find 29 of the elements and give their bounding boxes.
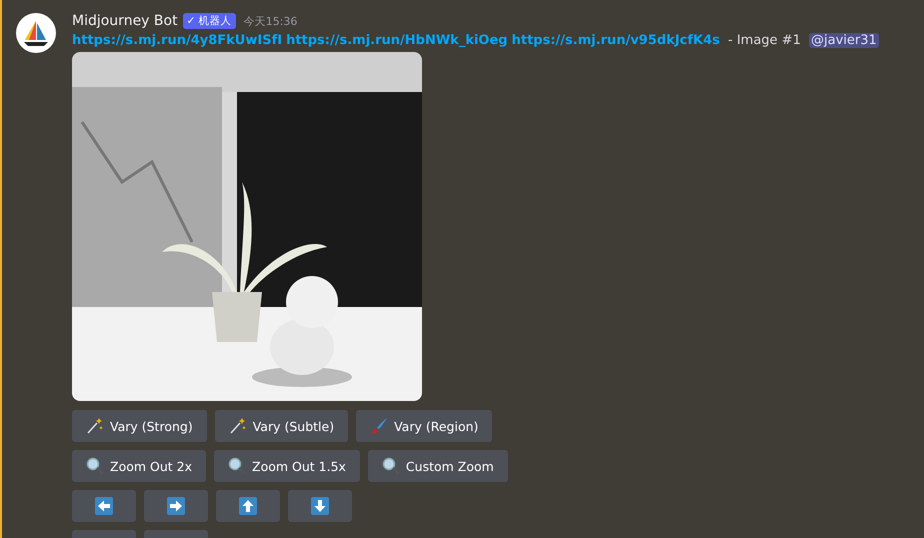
action-button[interactable]: Zoom Out 2x — [72, 450, 206, 482]
arrow-right-icon — [167, 497, 185, 515]
link[interactable]: https://s.mj.run/4y8FkUwISfI — [72, 33, 282, 48]
arrow-up-icon — [239, 497, 257, 515]
magnifier-icon — [228, 457, 246, 475]
action-button[interactable]: Vary (Region) — [356, 410, 492, 442]
user-mention[interactable]: @javier31 — [809, 33, 879, 48]
magnifier-icon — [86, 457, 104, 475]
link[interactable]: https://s.mj.run/v95dkJcfK4s — [512, 33, 720, 48]
action-button[interactable]: Custom Zoom — [368, 450, 508, 482]
arrow-button[interactable] — [144, 490, 208, 522]
paintbrush-icon — [370, 417, 388, 435]
message-text: - Image #1 — [727, 33, 802, 48]
action-button[interactable]: Vary (Strong) — [72, 410, 207, 442]
arrow-button[interactable] — [216, 490, 280, 522]
arrow-down-icon — [311, 497, 329, 515]
magnifier-icon — [382, 457, 400, 475]
author-name[interactable]: Midjourney Bot — [72, 13, 178, 29]
arrow-button[interactable] — [288, 490, 352, 522]
bot-tag: ✓ 机器人 — [182, 13, 236, 29]
arrow-left-icon — [95, 497, 113, 515]
magic-wand-icon — [86, 417, 104, 435]
magic-wand-icon — [228, 417, 247, 435]
action-button[interactable]: Vary (Subtle) — [214, 410, 348, 442]
arrow-button[interactable] — [72, 490, 136, 522]
link[interactable]: https://s.mj.run/HbNWk_kiOeg — [286, 33, 508, 48]
action-button[interactable]: Zoom Out 1.5x — [214, 450, 360, 482]
bot-avatar[interactable] — [16, 13, 56, 53]
timestamp: 今天15:36 — [244, 14, 298, 28]
